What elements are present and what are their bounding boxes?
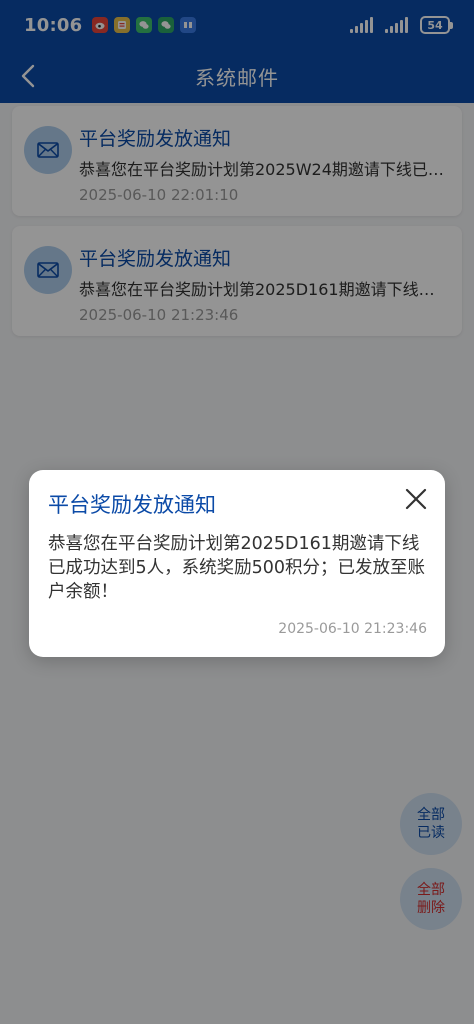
modal-title: 平台奖励发放通知	[48, 493, 216, 517]
modal-body: 恭喜您在平台奖励计划第2025D161期邀请下线已成功达到5人，系统奖励500积…	[48, 534, 426, 602]
close-icon	[405, 488, 427, 510]
close-button[interactable]	[401, 484, 431, 514]
modal-date: 2025-06-10 21:23:46	[278, 621, 427, 637]
mail-detail-modal: 平台奖励发放通知 恭喜您在平台奖励计划第2025D161期邀请下线已成功达到5人…	[29, 470, 445, 657]
